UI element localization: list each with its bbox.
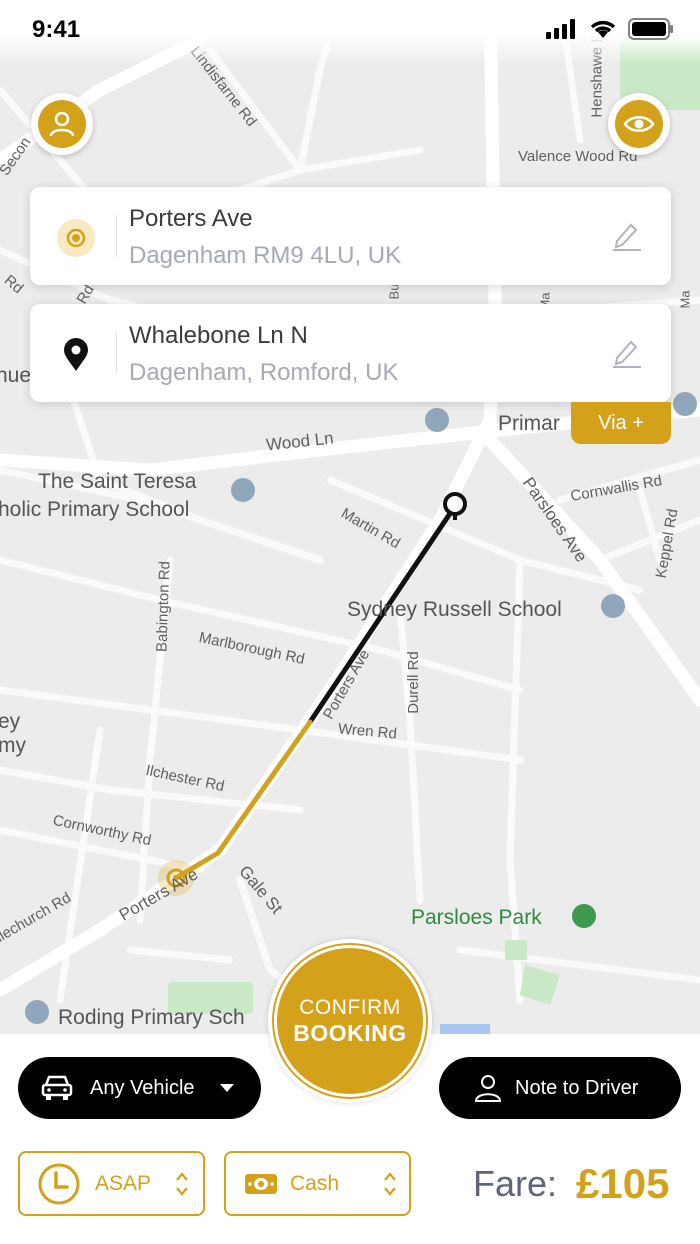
- edit-pickup-icon[interactable]: [611, 221, 643, 251]
- profile-button[interactable]: [31, 93, 93, 155]
- pickup-title: Porters Ave: [129, 205, 253, 232]
- street-label: Babington Rd: [153, 560, 174, 653]
- confirm-booking-button[interactable]: CONFIRM BOOKING: [268, 939, 432, 1103]
- place-label: The Saint Teresa: [38, 470, 197, 493]
- divider: [116, 332, 117, 374]
- status-bar: 9:41: [0, 0, 700, 64]
- location-pin-icon: [56, 335, 96, 375]
- confirm-line1: CONFIRM: [299, 995, 401, 1019]
- note-label: Note to Driver: [515, 1076, 639, 1099]
- status-time: 9:41: [32, 16, 81, 43]
- cash-icon: [245, 1173, 277, 1194]
- caret-down-icon: [219, 1084, 234, 1092]
- park-label: Parsloes Park: [411, 906, 542, 929]
- edit-dropoff-icon[interactable]: [611, 338, 643, 368]
- place-label: Sydney Russell School: [347, 598, 562, 621]
- eye-icon: [615, 100, 663, 148]
- updown-chevron-icon: [384, 1171, 396, 1196]
- place-label: holic Primary School: [0, 498, 190, 521]
- street-label: Ma: [677, 290, 693, 309]
- pickup-subtitle: Dagenham RM9 4LU, UK: [129, 242, 402, 269]
- add-via-button[interactable]: Via +: [571, 402, 671, 444]
- dropoff-card[interactable]: Whalebone Ln N Dagenham, Romford, UK: [30, 304, 671, 402]
- wifi-icon: [590, 20, 616, 38]
- user-outline-icon: [474, 1075, 502, 1102]
- time-value: ASAP: [95, 1171, 152, 1195]
- user-icon: [38, 100, 86, 148]
- street-label: Bu: [386, 283, 402, 300]
- street-label: nue: [0, 364, 32, 387]
- confirm-line2: BOOKING: [293, 1019, 407, 1046]
- street-label: Valence Wood Rd: [518, 148, 638, 165]
- clock-icon: [38, 1163, 80, 1204]
- place-label: my: [0, 734, 26, 757]
- place-label: Roding Primary Sch: [58, 1006, 245, 1029]
- pickup-dot-icon: [56, 218, 96, 258]
- place-label: ey: [0, 710, 21, 733]
- pickup-card[interactable]: Porters Ave Dagenham RM9 4LU, UK: [30, 187, 671, 285]
- view-toggle-button[interactable]: [608, 93, 670, 155]
- status-icons: [546, 18, 674, 40]
- time-select[interactable]: ASAP: [18, 1151, 205, 1216]
- signal-icon: [546, 19, 575, 39]
- dropoff-subtitle: Dagenham, Romford, UK: [129, 359, 399, 386]
- fare-value: £105: [576, 1160, 670, 1207]
- place-label: Primar: [498, 412, 560, 435]
- vehicle-label: Any Vehicle: [90, 1076, 195, 1099]
- note-to-driver-button[interactable]: Note to Driver: [439, 1057, 681, 1119]
- battery-icon: [628, 18, 673, 40]
- vehicle-select[interactable]: Any Vehicle: [18, 1057, 261, 1119]
- dropoff-title: Whalebone Ln N: [129, 322, 308, 349]
- car-icon: [41, 1075, 73, 1100]
- divider: [116, 215, 117, 257]
- street-label: Durell Rd: [404, 651, 422, 714]
- payment-value: Cash: [290, 1171, 340, 1195]
- fare-label: Fare:: [473, 1163, 558, 1204]
- payment-select[interactable]: Cash: [224, 1151, 411, 1216]
- updown-chevron-icon: [176, 1171, 188, 1196]
- map-view[interactable]: Lindisfarne Rd Secon Henshawe Rd Valence…: [0, 0, 700, 1034]
